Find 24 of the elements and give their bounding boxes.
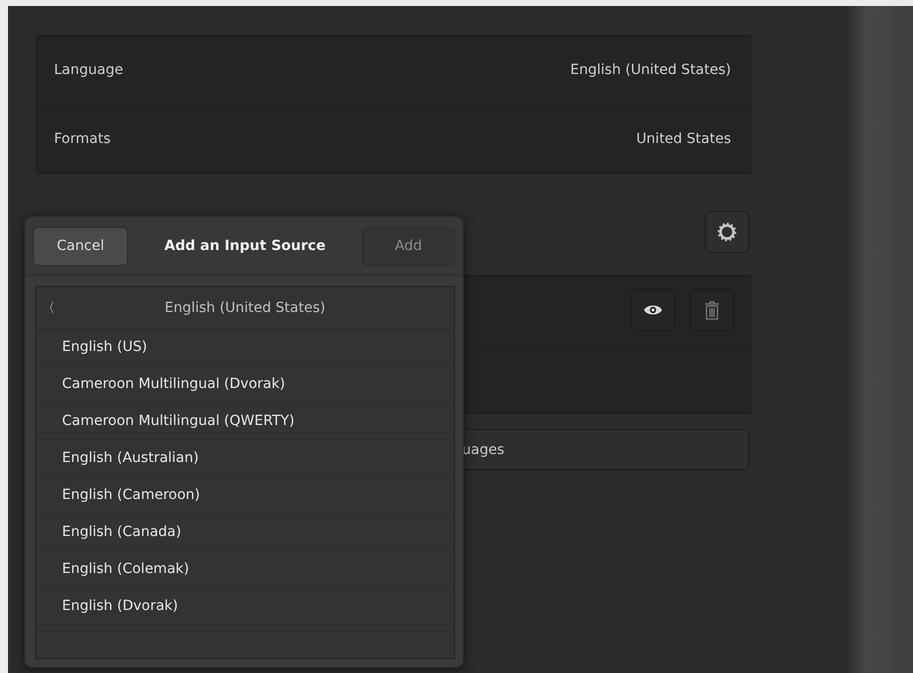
row-value: United States	[636, 131, 731, 147]
eye-icon	[643, 303, 663, 317]
layout-item[interactable]: English (US)	[36, 329, 454, 366]
cancel-button[interactable]: Cancel	[33, 226, 128, 266]
popover-title: Add an Input Source	[164, 238, 326, 254]
layout-item[interactable]: Cameroon Multilingual (QWERTY)	[36, 403, 454, 440]
settings-icon	[717, 222, 737, 242]
back-button[interactable]: 〈	[36, 298, 66, 316]
list-header: English (United States)	[164, 300, 326, 316]
layout-item[interactable]: English (Dvorak)	[36, 588, 454, 625]
settings-button[interactable]	[705, 211, 749, 253]
remove-button[interactable]	[690, 289, 734, 331]
row-value: English (United States)	[570, 62, 731, 78]
layout-item[interactable]: English (Australian)	[36, 440, 454, 477]
layout-item[interactable]: English (Cameroon)	[36, 477, 454, 514]
layout-item[interactable]: Cameroon Multilingual (Dvorak)	[36, 366, 454, 403]
trash-icon	[704, 300, 720, 320]
settings-row[interactable]: Language English (United States)	[37, 36, 750, 104]
settings-row[interactable]: Formats United States	[37, 104, 750, 173]
preview-button[interactable]	[631, 289, 675, 331]
layout-item[interactable]: English (Canada)	[36, 514, 454, 551]
row-label: Formats	[54, 131, 111, 147]
layout-item[interactable]: English (Colemak)	[36, 551, 454, 588]
row-label: Language	[54, 62, 124, 78]
